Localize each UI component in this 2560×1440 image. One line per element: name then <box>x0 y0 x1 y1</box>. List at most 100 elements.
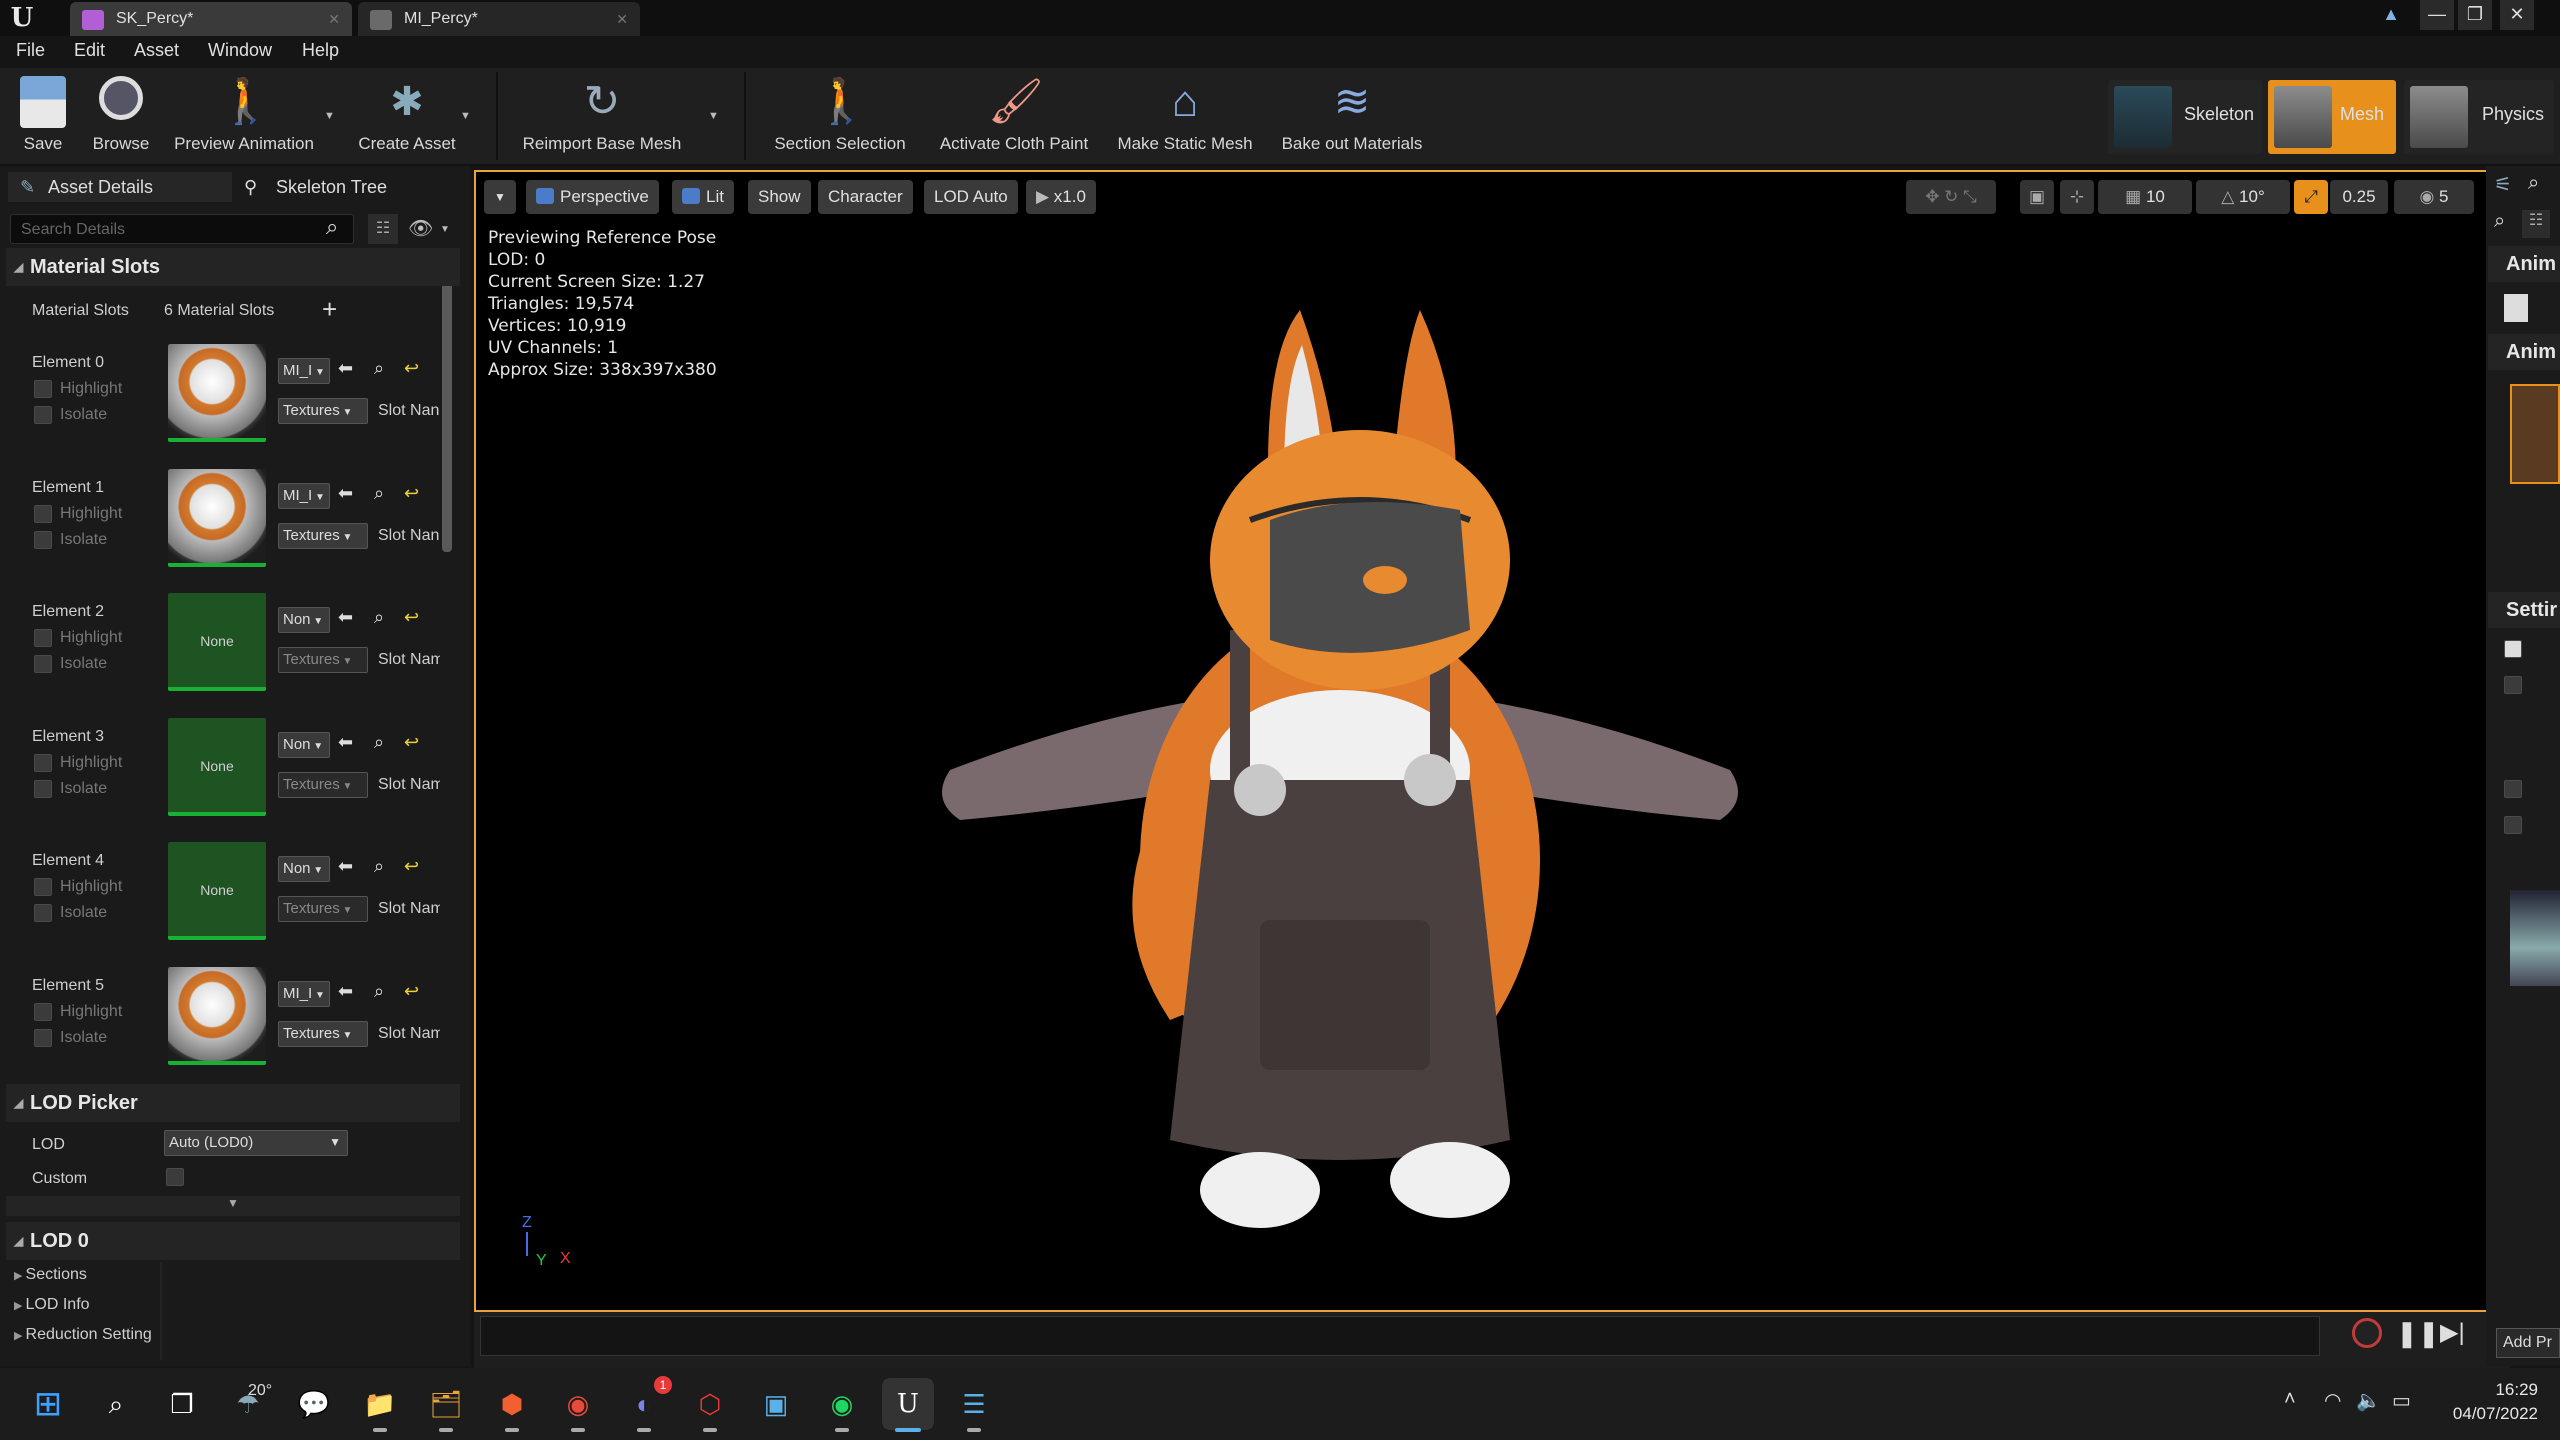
environment-thumbnail[interactable] <box>2510 890 2560 986</box>
physics-mode-button[interactable]: Physics <box>2404 80 2554 154</box>
add-icon[interactable]: + <box>322 294 337 325</box>
material-thumbnail[interactable]: None <box>168 842 266 940</box>
chat-icon[interactable]: 💬 <box>288 1378 340 1430</box>
search-icon[interactable]: ⌕ <box>2528 172 2539 195</box>
close-icon[interactable]: ✕ <box>616 2 628 36</box>
anim-thumbnail[interactable] <box>2510 384 2560 484</box>
surface-snap-icon[interactable]: ▣ <box>2020 180 2054 214</box>
use-selected-icon[interactable]: ⬅ <box>338 358 353 379</box>
close-window-button[interactable]: ✕ <box>2500 0 2534 30</box>
preview-settings-icon[interactable]: ⚟ <box>2494 172 2512 197</box>
isolate-checkbox[interactable] <box>34 904 52 922</box>
material-thumbnail[interactable] <box>168 966 266 1065</box>
chevron-down-icon[interactable]: ▼ <box>440 224 450 235</box>
menu-file[interactable]: File <box>16 40 45 61</box>
file-explorer-icon[interactable]: 📁 <box>354 1378 406 1430</box>
isolate-checkbox[interactable] <box>34 530 52 549</box>
tab-asset-details[interactable]: ✎ Asset Details <box>8 172 232 202</box>
menu-help[interactable]: Help <box>302 40 339 61</box>
reset-icon[interactable]: ↩ <box>404 856 419 877</box>
highlight-checkbox[interactable] <box>34 1002 52 1021</box>
lit-button[interactable]: Lit <box>672 180 734 214</box>
material-select[interactable]: Non ▼ <box>278 856 330 882</box>
material-thumbnail[interactable] <box>168 344 266 442</box>
eye-icon[interactable]: 👁 <box>408 216 433 241</box>
material-select[interactable]: MI_I ▼ <box>278 482 330 509</box>
chrome-icon[interactable]: ◉ <box>552 1378 604 1430</box>
chevron-down-icon[interactable]: ▼ <box>460 110 472 122</box>
lod0-lod-info-row[interactable]: ▶ LOD Info <box>14 1296 90 1314</box>
lod-select[interactable]: Auto (LOD0) ▼ <box>164 1130 348 1156</box>
make-static-mesh-button[interactable]: ⌂ Make Static Mesh <box>1110 70 1260 162</box>
character-button[interactable]: Character <box>818 180 913 214</box>
search-input[interactable]: Search Details <box>10 214 354 244</box>
search-icon[interactable]: ⌕ <box>2494 210 2505 233</box>
lod0-sections-row[interactable]: ▶ Sections <box>14 1266 87 1284</box>
timeline-track[interactable] <box>480 1316 2320 1356</box>
settings-checkbox[interactable] <box>2504 640 2522 658</box>
browse-icon[interactable]: ⌕ <box>374 483 384 504</box>
section-selection-button[interactable]: 🚶 Section Selection <box>762 70 918 162</box>
material-thumbnail[interactable]: None <box>168 593 266 691</box>
rotation-snap-button[interactable]: △ 10° <box>2196 180 2290 214</box>
browse-button[interactable]: Browse <box>84 70 158 162</box>
chevron-down-icon[interactable]: ▼ <box>708 110 720 122</box>
viewport-options-button[interactable]: ▼ <box>484 180 516 214</box>
volume-icon[interactable]: 🔈 <box>2356 1388 2381 1413</box>
settings-checkbox[interactable] <box>2504 816 2522 834</box>
reset-icon[interactable]: ↩ <box>404 483 419 504</box>
reset-icon[interactable]: ↩ <box>404 732 419 753</box>
close-icon[interactable]: ✕ <box>328 2 340 36</box>
grid-snap-button[interactable]: ▦ 10 <box>2098 180 2192 214</box>
transform-tools-group[interactable]: ✥ ↻ ⤡ <box>1906 180 1996 214</box>
highlight-checkbox[interactable] <box>34 629 52 647</box>
menu-asset[interactable]: Asset <box>134 40 179 61</box>
clock-date[interactable]: 04/07/2022 <box>2428 1404 2538 1424</box>
clock-time[interactable]: 16:29 <box>2448 1380 2538 1400</box>
unreal-logo-icon[interactable]: U <box>4 2 40 34</box>
restore-button[interactable]: ❐ <box>2458 0 2492 30</box>
minimize-button[interactable]: — <box>2420 0 2454 30</box>
browse-icon[interactable]: ⌕ <box>374 856 384 877</box>
reimport-base-mesh-button[interactable]: ↻ Reimport Base Mesh <box>512 70 692 162</box>
browse-icon[interactable]: ⌕ <box>374 607 384 628</box>
show-button[interactable]: Show <box>748 180 811 214</box>
reset-icon[interactable]: ↩ <box>404 981 419 1002</box>
highlight-checkbox[interactable] <box>34 878 52 896</box>
activate-cloth-paint-button[interactable]: 🖌 Activate Cloth Paint <box>930 70 1098 162</box>
highlight-checkbox[interactable] <box>34 380 52 398</box>
create-asset-button[interactable]: ✱ Create Asset <box>350 70 464 162</box>
reset-icon[interactable]: ↩ <box>404 358 419 379</box>
use-selected-icon[interactable]: ⬅ <box>338 981 353 1002</box>
battery-icon[interactable]: ▭ <box>2392 1388 2411 1413</box>
textures-select[interactable]: Textures ▼ <box>278 896 368 922</box>
search-icon[interactable]: ⌕ <box>90 1378 142 1430</box>
blender-icon[interactable]: ⬢ <box>486 1378 538 1430</box>
section-header-animation[interactable]: Anim <box>2488 246 2560 282</box>
isolate-checkbox[interactable] <box>34 406 52 424</box>
textures-select[interactable]: Textures ▼ <box>278 522 368 549</box>
photos-icon[interactable]: ▣ <box>750 1378 802 1430</box>
lod-auto-button[interactable]: LOD Auto <box>924 180 1018 214</box>
playback-speed-button[interactable]: ▶ x1.0 <box>1026 180 1096 214</box>
browse-icon[interactable]: ⌕ <box>374 358 384 379</box>
wifi-icon[interactable]: ◠ <box>2324 1388 2341 1413</box>
files-icon[interactable]: 🗂 <box>420 1378 472 1430</box>
view-options-icon[interactable]: ☷ <box>368 214 398 244</box>
mesh-mode-button[interactable]: Mesh <box>2268 80 2396 154</box>
task-view-icon[interactable]: ❐ <box>156 1378 208 1430</box>
substance-icon[interactable]: ⬡ <box>684 1378 736 1430</box>
highlight-checkbox[interactable] <box>34 753 52 772</box>
learn-icon[interactable]: ▲ <box>2374 0 2408 30</box>
use-selected-icon[interactable]: ⬅ <box>338 732 353 753</box>
reset-icon[interactable]: ↩ <box>404 607 419 628</box>
preview-animation-button[interactable]: 🚶 Preview Animation <box>164 70 324 162</box>
notepad-icon[interactable]: ☰ <box>948 1378 1000 1430</box>
highlight-checkbox[interactable] <box>34 504 52 523</box>
scale-snap-icon[interactable]: ⤢ <box>2294 180 2328 214</box>
custom-checkbox[interactable] <box>166 1168 184 1186</box>
tab-skeleton-tree[interactable]: ⚲ Skeleton Tree <box>240 172 466 202</box>
isolate-checkbox[interactable] <box>34 1028 52 1047</box>
material-thumbnail[interactable]: None <box>168 717 266 816</box>
material-select[interactable]: Non ▼ <box>278 607 330 633</box>
